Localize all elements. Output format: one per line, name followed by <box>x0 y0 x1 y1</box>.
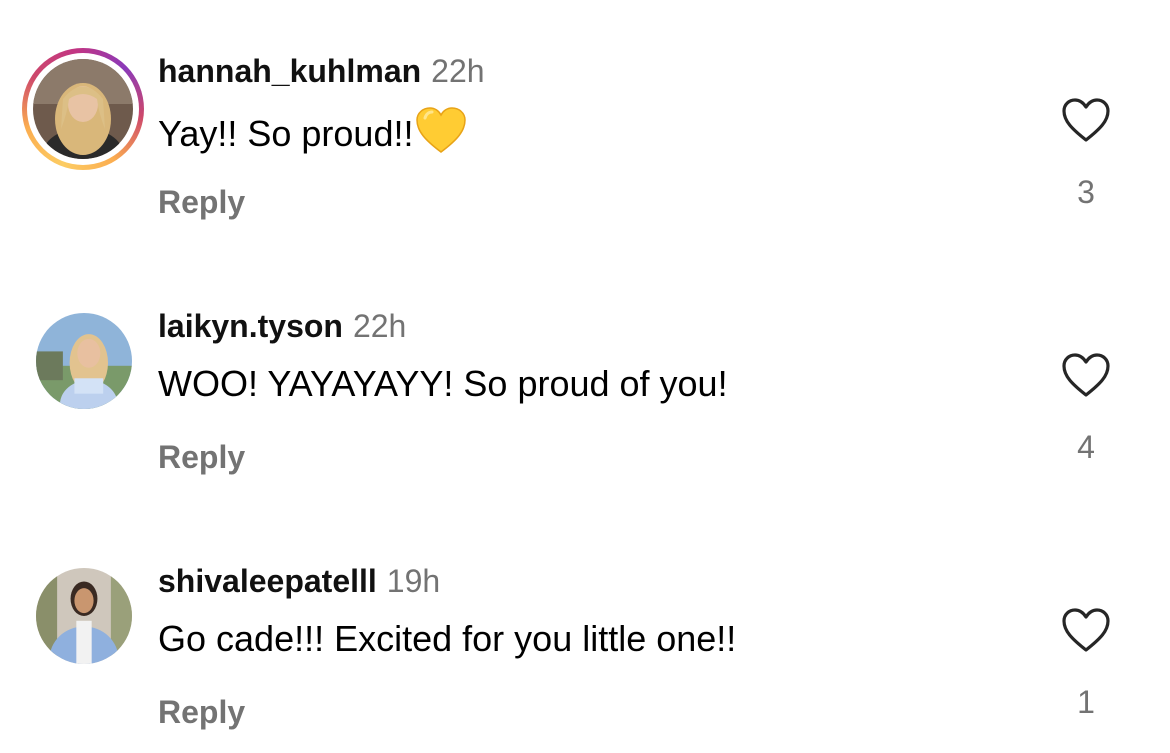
reply-button[interactable]: Reply <box>158 437 245 477</box>
like-count: 4 <box>1077 429 1095 465</box>
avatar <box>33 59 133 159</box>
comment-text: WOO! YAYAYAYY! So proud of you! <box>158 361 728 407</box>
username[interactable]: shivaleepatelll <box>158 563 377 599</box>
avatar-wrapper[interactable] <box>22 558 144 680</box>
avatar-wrapper[interactable] <box>22 303 144 425</box>
like-count: 1 <box>1077 684 1095 720</box>
like-count: 3 <box>1077 174 1095 210</box>
reply-button[interactable]: Reply <box>158 182 245 222</box>
username[interactable]: hannah_kuhlman <box>158 53 421 89</box>
comment-header: hannah_kuhlman 22h <box>158 52 485 90</box>
comment-text: Yay!! So proud!! <box>158 106 467 157</box>
heart-outline-icon[interactable] <box>1060 96 1112 144</box>
comment-body: Go cade!!! Excited for you little one!! <box>158 618 737 659</box>
comment-item: hannah_kuhlman 22h Yay!! So proud!! Reply… <box>0 0 1170 240</box>
timestamp: 22h <box>431 53 485 89</box>
yellow-heart-icon <box>416 107 467 153</box>
reply-button[interactable]: Reply <box>158 692 245 732</box>
timestamp: 19h <box>386 563 441 599</box>
timestamp: 22h <box>352 308 407 344</box>
comment-item: laikyn.tyson 22h WOO! YAYAYAYY! So proud … <box>0 255 1170 495</box>
comment-text: Go cade!!! Excited for you little one!! <box>158 616 736 662</box>
heart-outline-icon[interactable] <box>1060 606 1112 654</box>
comment-body: Yay!! So proud!! <box>158 113 414 154</box>
comment-header: laikyn.tyson 22h <box>158 307 406 345</box>
comment-item: shivaleepatelll 19h Go cade!!! Excited fo… <box>0 510 1170 750</box>
avatar <box>36 568 132 664</box>
comments-list: hannah_kuhlman 22h Yay!! So proud!! Reply… <box>0 0 1170 753</box>
heart-outline-icon[interactable] <box>1060 351 1112 399</box>
avatar-story-ring[interactable] <box>22 48 144 170</box>
comment-body: WOO! YAYAYAYY! So proud of you! <box>158 363 728 404</box>
avatar <box>36 313 132 409</box>
comment-header: shivaleepatelll 19h <box>158 562 440 600</box>
username[interactable]: laikyn.tyson <box>158 308 343 344</box>
